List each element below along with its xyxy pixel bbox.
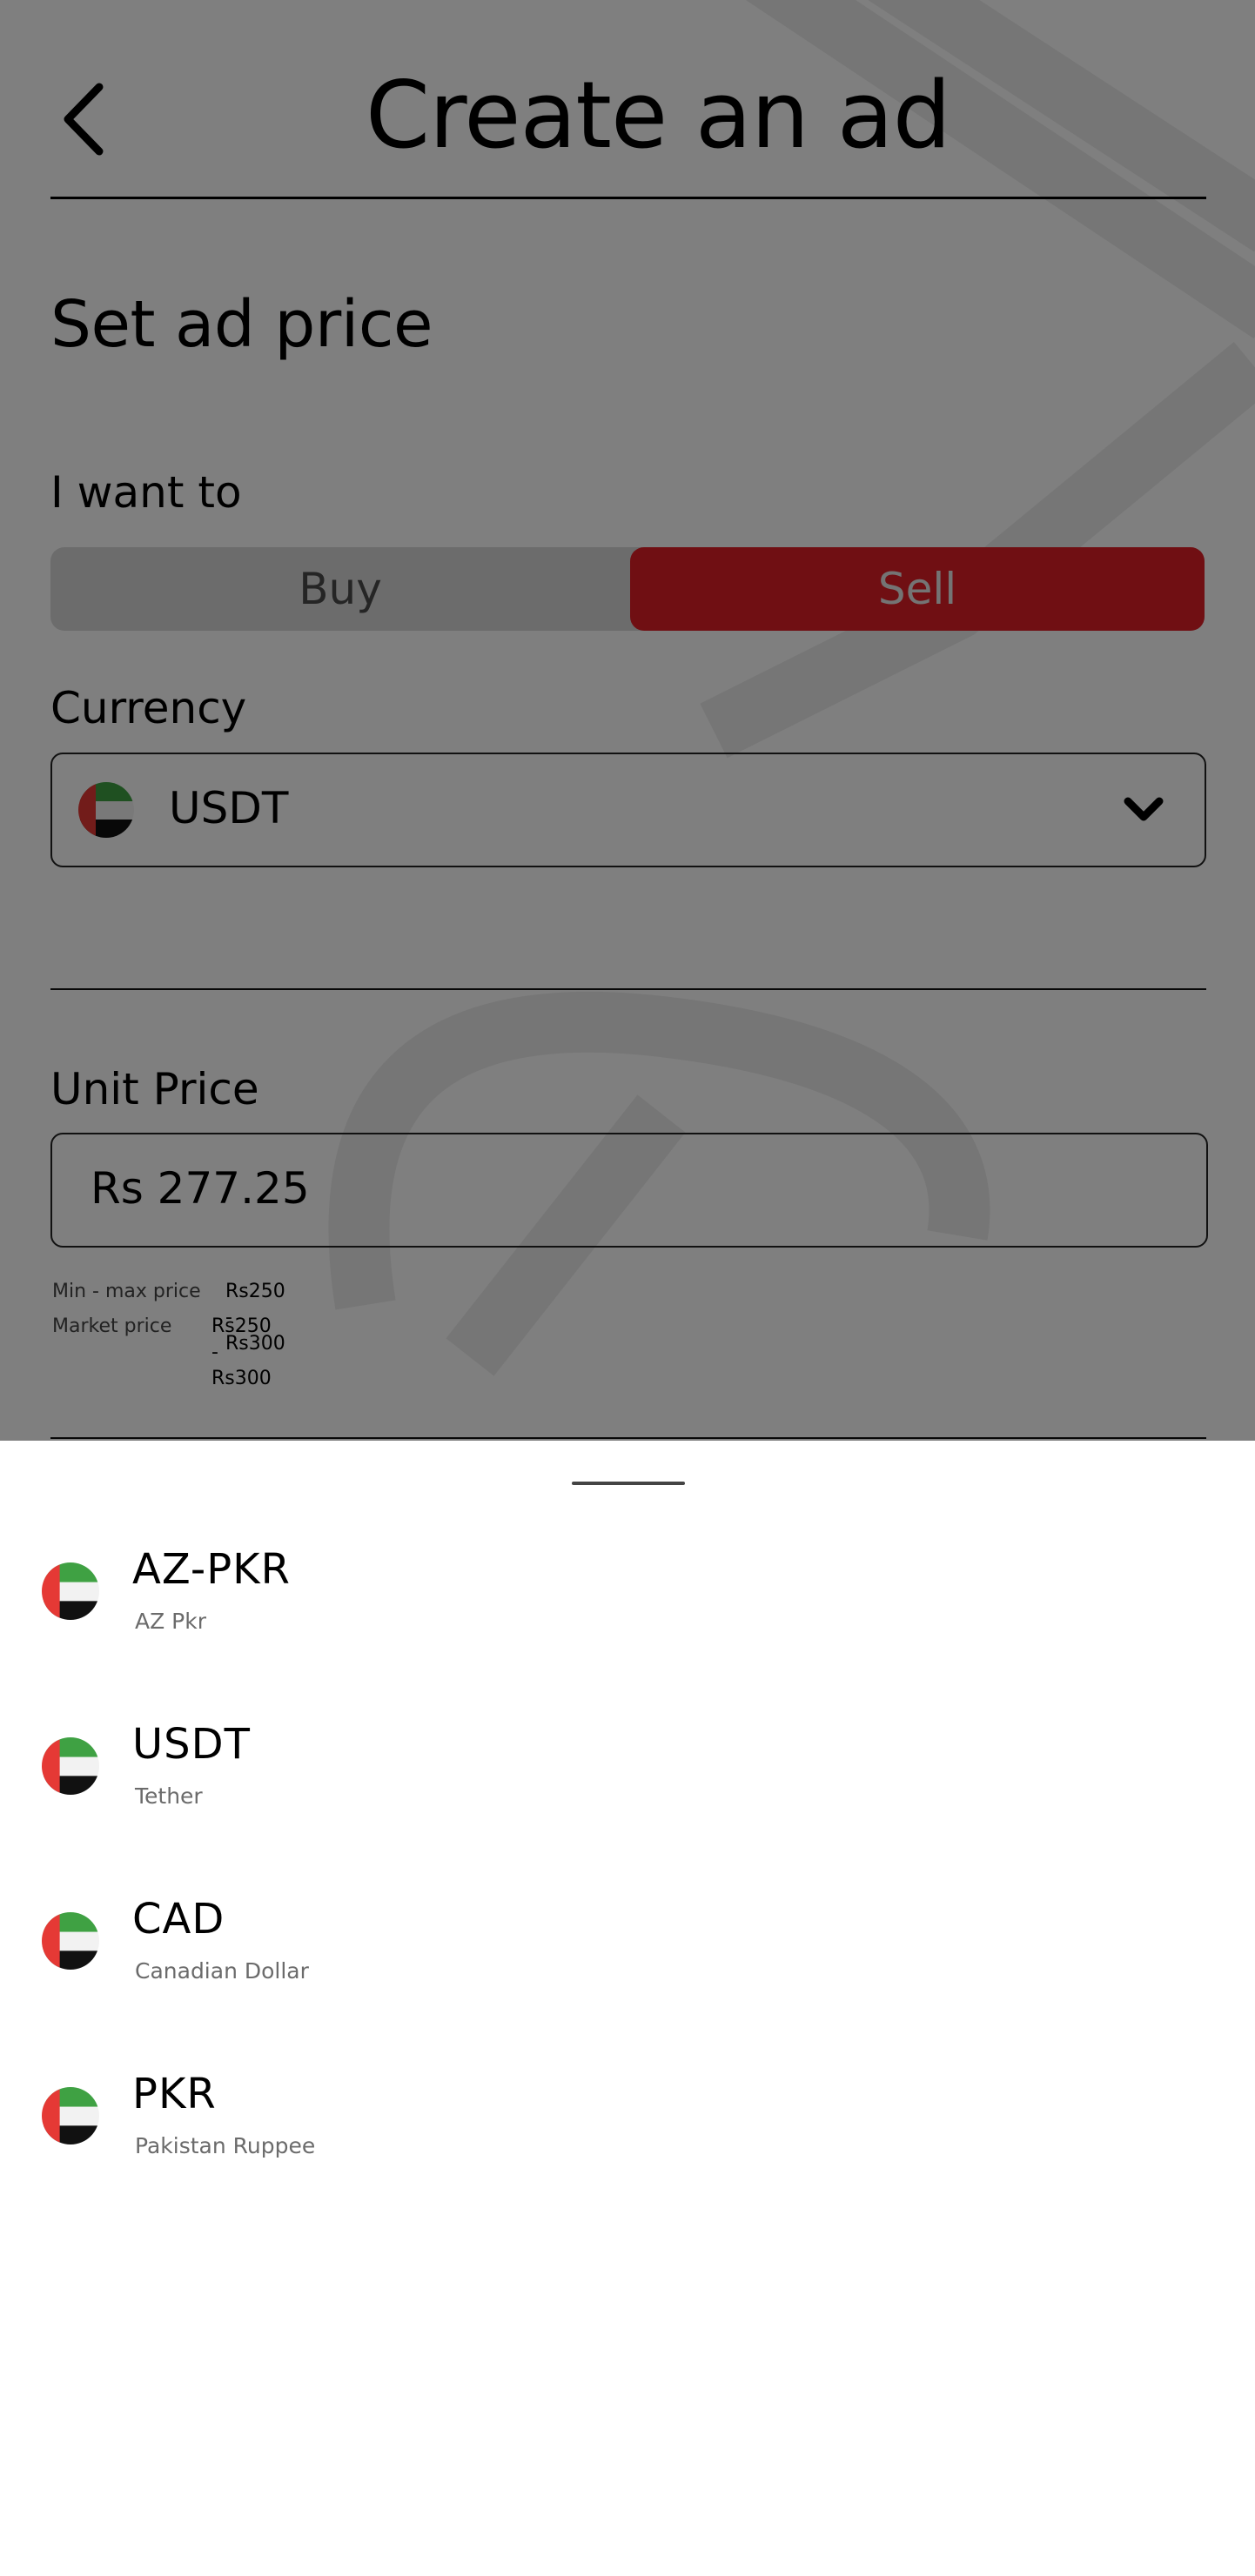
currency-code: PKR xyxy=(132,2070,217,2118)
currency-name: Canadian Dollar xyxy=(135,1958,309,1984)
currency-name: Tether xyxy=(135,1783,203,1809)
currency-code: CAD xyxy=(132,1895,225,1944)
currency-bottom-sheet: AZ-PKR AZ Pkr USDT Tether CAD Canadian D… xyxy=(0,1441,1255,2576)
currency-option-az-pkr[interactable]: AZ-PKR AZ Pkr xyxy=(0,1543,1255,1674)
currency-code: AZ-PKR xyxy=(132,1545,291,1594)
currency-option-cad[interactable]: CAD Canadian Dollar xyxy=(0,1893,1255,2024)
currency-name: Pakistan Ruppee xyxy=(135,2133,316,2158)
currency-name: AZ Pkr xyxy=(135,1609,207,1634)
sheet-drag-handle[interactable] xyxy=(572,1482,685,1485)
currency-code: USDT xyxy=(132,1720,251,1769)
uae-flag-icon xyxy=(42,2087,99,2144)
currency-option-pkr[interactable]: PKR Pakistan Ruppee xyxy=(0,2068,1255,2198)
uae-flag-icon xyxy=(42,1737,99,1795)
modal-overlay[interactable] xyxy=(0,0,1255,1441)
uae-flag-icon xyxy=(42,1912,99,1970)
uae-flag-icon xyxy=(42,1562,99,1620)
create-ad-page: Create an ad Set ad price I want to Buy … xyxy=(0,0,1255,1441)
currency-option-usdt[interactable]: USDT Tether xyxy=(0,1718,1255,1849)
